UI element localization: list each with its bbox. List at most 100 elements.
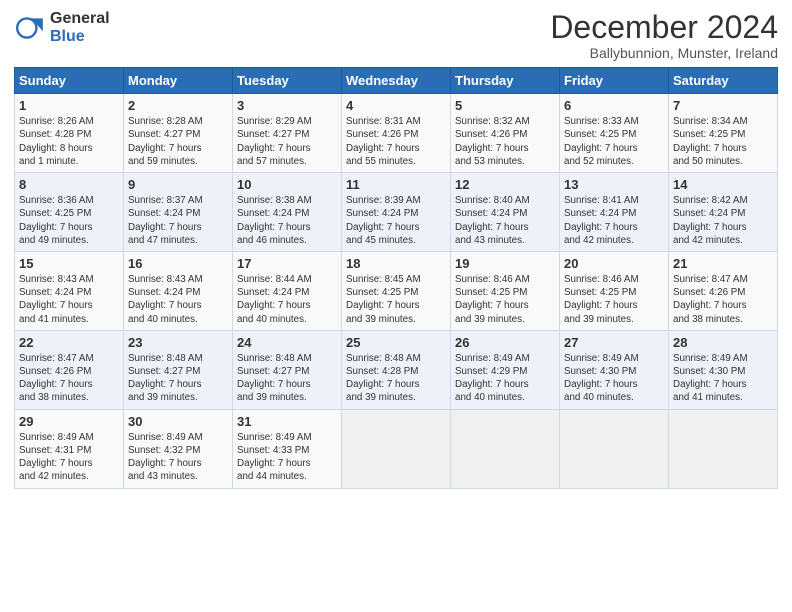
daylight-text: Daylight: 7 hours [19, 378, 119, 391]
sunset-text: Sunset: 4:24 PM [346, 207, 446, 220]
logo-icon [14, 12, 46, 44]
calendar-week-row: 15Sunrise: 8:43 AMSunset: 4:24 PMDayligh… [15, 251, 778, 330]
calendar-cell: 21Sunrise: 8:47 AMSunset: 4:26 PMDayligh… [669, 251, 778, 330]
daylight-text: Daylight: 7 hours [455, 142, 555, 155]
day-number: 10 [237, 177, 337, 192]
col-wednesday: Wednesday [342, 68, 451, 94]
calendar-cell: 12Sunrise: 8:40 AMSunset: 4:24 PMDayligh… [451, 173, 560, 252]
sunset-text: Sunset: 4:25 PM [346, 286, 446, 299]
sunrise-text: Sunrise: 8:31 AM [346, 115, 446, 128]
daylight-extra: and 39 minutes. [564, 313, 664, 326]
calendar-cell: 9Sunrise: 8:37 AMSunset: 4:24 PMDaylight… [124, 173, 233, 252]
calendar-cell: 30Sunrise: 8:49 AMSunset: 4:32 PMDayligh… [124, 409, 233, 488]
sunset-text: Sunset: 4:24 PM [237, 207, 337, 220]
calendar-cell: 5Sunrise: 8:32 AMSunset: 4:26 PMDaylight… [451, 94, 560, 173]
daylight-extra: and 53 minutes. [455, 155, 555, 168]
sunrise-text: Sunrise: 8:45 AM [346, 273, 446, 286]
daylight-extra: and 38 minutes. [19, 391, 119, 404]
calendar-cell: 16Sunrise: 8:43 AMSunset: 4:24 PMDayligh… [124, 251, 233, 330]
logo: General Blue [14, 10, 110, 45]
sunset-text: Sunset: 4:30 PM [564, 365, 664, 378]
sunset-text: Sunset: 4:26 PM [346, 128, 446, 141]
sunset-text: Sunset: 4:33 PM [237, 444, 337, 457]
sunrise-text: Sunrise: 8:47 AM [673, 273, 773, 286]
sunset-text: Sunset: 4:25 PM [455, 286, 555, 299]
daylight-extra: and 39 minutes. [237, 391, 337, 404]
calendar-cell: 19Sunrise: 8:46 AMSunset: 4:25 PMDayligh… [451, 251, 560, 330]
month-title: December 2024 [550, 10, 778, 45]
sunrise-text: Sunrise: 8:41 AM [564, 194, 664, 207]
sunrise-text: Sunrise: 8:32 AM [455, 115, 555, 128]
day-number: 27 [564, 335, 664, 350]
calendar-cell: 15Sunrise: 8:43 AMSunset: 4:24 PMDayligh… [15, 251, 124, 330]
daylight-text: Daylight: 7 hours [673, 142, 773, 155]
day-number: 25 [346, 335, 446, 350]
daylight-text: Daylight: 7 hours [564, 299, 664, 312]
day-number: 19 [455, 256, 555, 271]
day-number: 30 [128, 414, 228, 429]
day-number: 17 [237, 256, 337, 271]
calendar-cell: 17Sunrise: 8:44 AMSunset: 4:24 PMDayligh… [233, 251, 342, 330]
sunset-text: Sunset: 4:26 PM [455, 128, 555, 141]
daylight-extra: and 39 minutes. [455, 313, 555, 326]
sunset-text: Sunset: 4:24 PM [237, 286, 337, 299]
sunrise-text: Sunrise: 8:49 AM [128, 431, 228, 444]
calendar-cell: 29Sunrise: 8:49 AMSunset: 4:31 PMDayligh… [15, 409, 124, 488]
sunset-text: Sunset: 4:25 PM [19, 207, 119, 220]
header: General Blue December 2024 Ballybunnion,… [14, 10, 778, 61]
sunrise-text: Sunrise: 8:49 AM [564, 352, 664, 365]
calendar-cell: 1Sunrise: 8:26 AMSunset: 4:28 PMDaylight… [15, 94, 124, 173]
calendar-cell: 7Sunrise: 8:34 AMSunset: 4:25 PMDaylight… [669, 94, 778, 173]
calendar-week-row: 22Sunrise: 8:47 AMSunset: 4:26 PMDayligh… [15, 330, 778, 409]
daylight-extra: and 52 minutes. [564, 155, 664, 168]
daylight-extra: and 49 minutes. [19, 234, 119, 247]
calendar-cell: 18Sunrise: 8:45 AMSunset: 4:25 PMDayligh… [342, 251, 451, 330]
day-number: 7 [673, 98, 773, 113]
day-number: 3 [237, 98, 337, 113]
daylight-text: Daylight: 7 hours [564, 221, 664, 234]
daylight-text: Daylight: 7 hours [19, 299, 119, 312]
day-number: 14 [673, 177, 773, 192]
calendar-cell: 27Sunrise: 8:49 AMSunset: 4:30 PMDayligh… [560, 330, 669, 409]
daylight-extra: and 45 minutes. [346, 234, 446, 247]
day-number: 1 [19, 98, 119, 113]
sunrise-text: Sunrise: 8:28 AM [128, 115, 228, 128]
sunset-text: Sunset: 4:30 PM [673, 365, 773, 378]
sunset-text: Sunset: 4:26 PM [19, 365, 119, 378]
daylight-extra: and 42 minutes. [19, 470, 119, 483]
daylight-text: Daylight: 7 hours [673, 378, 773, 391]
calendar-week-row: 29Sunrise: 8:49 AMSunset: 4:31 PMDayligh… [15, 409, 778, 488]
day-number: 2 [128, 98, 228, 113]
day-number: 13 [564, 177, 664, 192]
sunset-text: Sunset: 4:28 PM [346, 365, 446, 378]
calendar-table: Sunday Monday Tuesday Wednesday Thursday… [14, 67, 778, 488]
daylight-text: Daylight: 7 hours [564, 142, 664, 155]
daylight-extra: and 46 minutes. [237, 234, 337, 247]
daylight-text: Daylight: 7 hours [346, 299, 446, 312]
logo-general-text: General [50, 10, 110, 28]
daylight-extra: and 43 minutes. [455, 234, 555, 247]
calendar-cell: 11Sunrise: 8:39 AMSunset: 4:24 PMDayligh… [342, 173, 451, 252]
daylight-extra: and 59 minutes. [128, 155, 228, 168]
sunset-text: Sunset: 4:25 PM [673, 128, 773, 141]
sunrise-text: Sunrise: 8:46 AM [564, 273, 664, 286]
sunrise-text: Sunrise: 8:40 AM [455, 194, 555, 207]
daylight-text: Daylight: 7 hours [128, 221, 228, 234]
sunset-text: Sunset: 4:29 PM [455, 365, 555, 378]
sunrise-text: Sunrise: 8:44 AM [237, 273, 337, 286]
sunset-text: Sunset: 4:25 PM [564, 128, 664, 141]
sunrise-text: Sunrise: 8:46 AM [455, 273, 555, 286]
sunset-text: Sunset: 4:24 PM [128, 207, 228, 220]
main-container: General Blue December 2024 Ballybunnion,… [0, 0, 792, 497]
sunrise-text: Sunrise: 8:38 AM [237, 194, 337, 207]
day-number: 31 [237, 414, 337, 429]
day-number: 20 [564, 256, 664, 271]
sunset-text: Sunset: 4:24 PM [564, 207, 664, 220]
sunrise-text: Sunrise: 8:49 AM [19, 431, 119, 444]
calendar-cell: 3Sunrise: 8:29 AMSunset: 4:27 PMDaylight… [233, 94, 342, 173]
daylight-text: Daylight: 8 hours [19, 142, 119, 155]
sunrise-text: Sunrise: 8:42 AM [673, 194, 773, 207]
daylight-extra: and 44 minutes. [237, 470, 337, 483]
daylight-extra: and 39 minutes. [346, 313, 446, 326]
sunrise-text: Sunrise: 8:36 AM [19, 194, 119, 207]
